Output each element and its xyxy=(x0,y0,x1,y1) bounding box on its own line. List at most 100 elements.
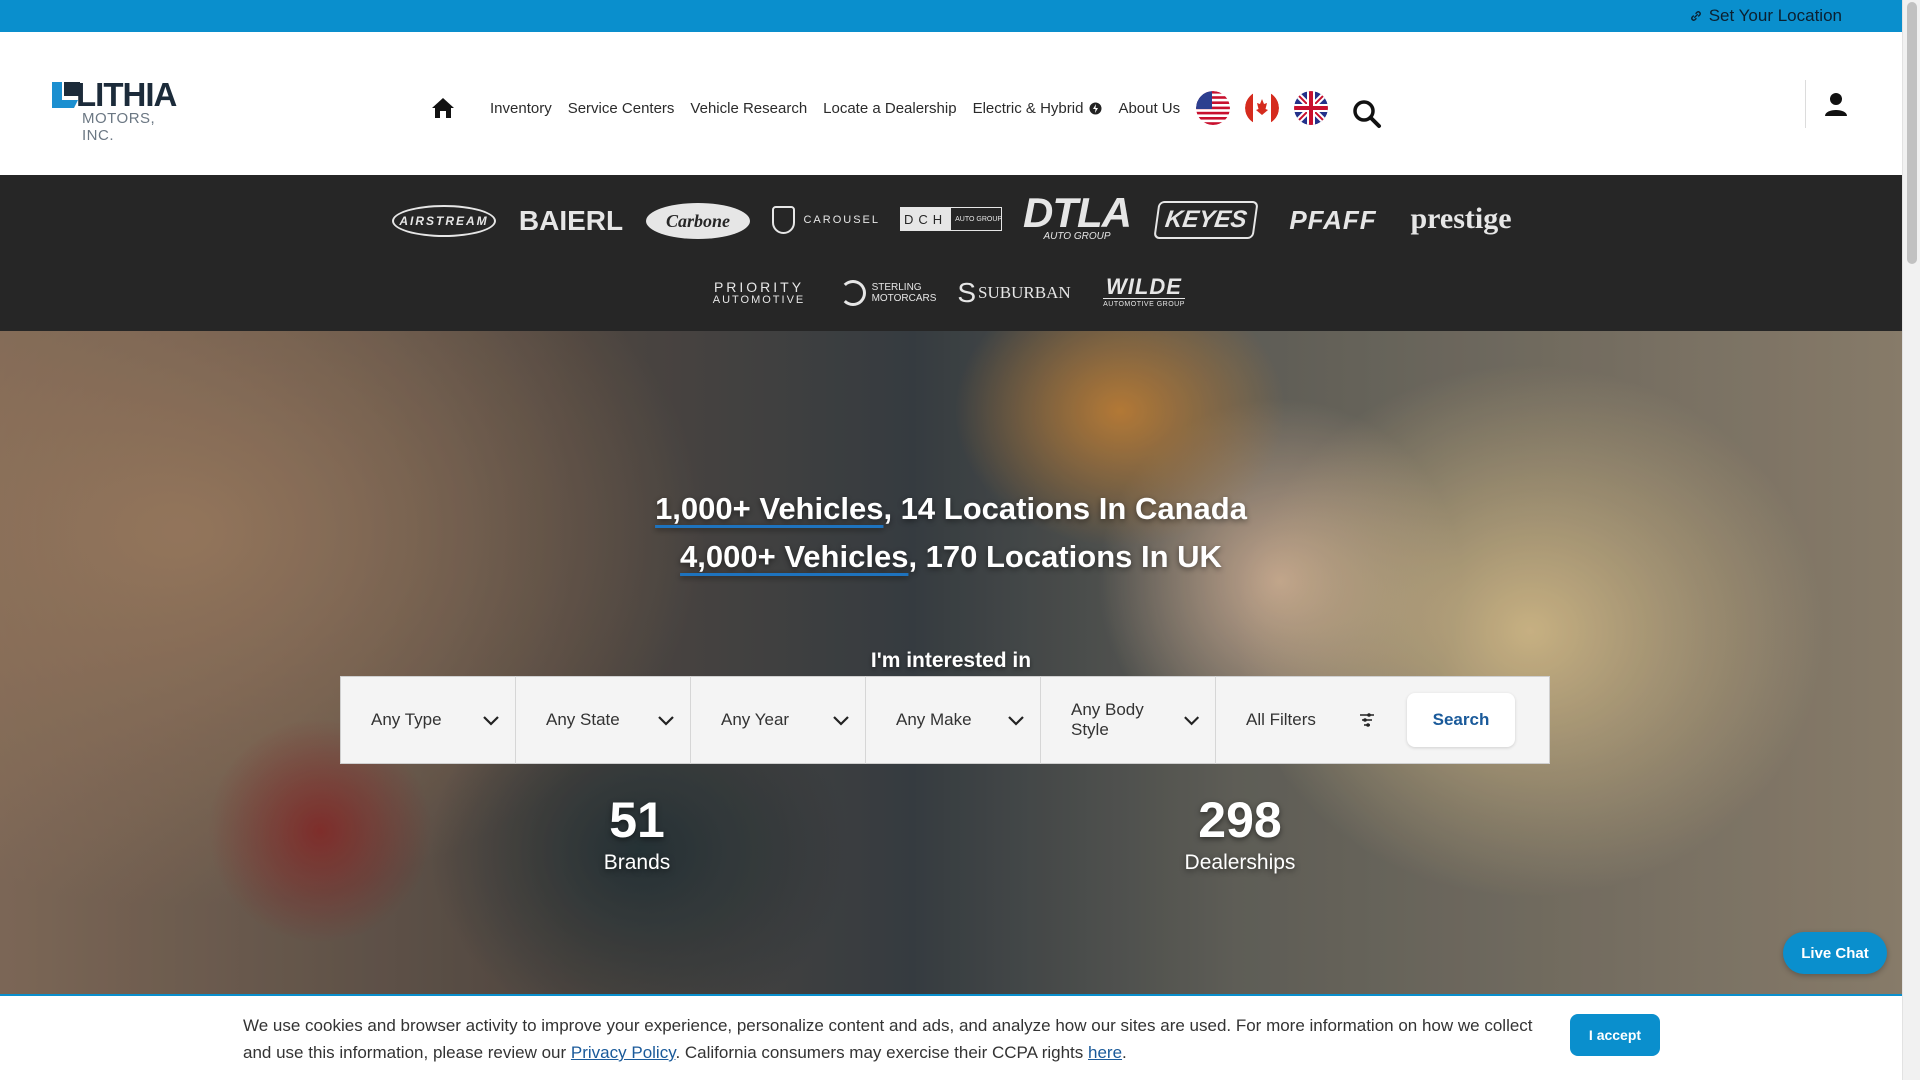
uk-vehicles-link[interactable]: 4,000+ Vehicles xyxy=(680,539,908,574)
brand-suburban-logo[interactable]: S SUBURBAN xyxy=(957,277,1070,309)
nav-locate-dealership-label: Locate a Dealership xyxy=(823,99,957,117)
set-location-link[interactable]: Set Your Location xyxy=(1689,0,1842,32)
carousel-shield-icon xyxy=(772,206,796,234)
top-bar: Set Your Location xyxy=(0,0,1902,32)
chevron-down-icon xyxy=(483,716,499,726)
vehicle-search-bar: Any Type Any State Any Year Any Make Any… xyxy=(340,676,1550,764)
accept-cookies-button[interactable]: I accept xyxy=(1570,1014,1660,1056)
brand-baierl-text: BAIERL xyxy=(518,205,624,236)
nav-electric-hybrid-label: Electric & Hybrid xyxy=(972,99,1084,117)
canada-locations-text: , 14 Locations In Canada xyxy=(883,491,1247,526)
body-style-select-value: Any Body Style xyxy=(1071,700,1144,739)
lithia-logo[interactable]: LITHIA MOTORS, INC. xyxy=(50,76,190,144)
cookie-text-part2: . California consumers may exercise thei… xyxy=(675,1043,1089,1062)
live-chat-button[interactable]: Live Chat xyxy=(1783,932,1887,974)
cookie-message: We use cookies and browser activity to i… xyxy=(243,1012,1563,1066)
stat-dealerships: 298 Dealerships xyxy=(1140,795,1340,875)
brand-baierl-logo[interactable]: BAIERL xyxy=(518,201,624,241)
state-select[interactable]: Any State xyxy=(516,676,691,764)
search-button[interactable]: Search xyxy=(1407,693,1515,747)
nav-electric-hybrid[interactable]: Electric & Hybrid xyxy=(973,100,1103,117)
type-select-value: Any Type xyxy=(371,710,442,729)
year-select[interactable]: Any Year xyxy=(691,676,866,764)
brand-keyes-logo[interactable]: KEYES xyxy=(1153,201,1259,239)
make-select[interactable]: Any Make xyxy=(866,676,1041,764)
brand-airstream-logo[interactable]: AIRSTREAM xyxy=(392,205,496,237)
cookie-text-part3: . xyxy=(1122,1043,1127,1062)
site-header: LITHIA MOTORS, INC. Inventory Service Ce… xyxy=(0,32,1902,175)
type-select[interactable]: Any Type xyxy=(341,676,516,764)
nav-vehicle-research-label: Vehicle Research xyxy=(690,99,808,117)
brand-prestige-text: prestige xyxy=(1410,202,1512,235)
brand-dtla-subtext: AUTO GROUP xyxy=(1043,231,1111,242)
nav-about-us[interactable]: About Us xyxy=(1118,100,1180,117)
hero-headline-uk: 4,000+ Vehicles, 170 Locations In UK xyxy=(0,539,1902,575)
set-location-label: Set Your Location xyxy=(1708,6,1842,25)
hero-headline-canada: 1,000+ Vehicles, 14 Locations In Canada xyxy=(0,491,1902,527)
body-style-select[interactable]: Any Body Style xyxy=(1041,676,1216,764)
ccpa-here-link[interactable]: here xyxy=(1088,1043,1122,1062)
brand-dtla-text: DTLA xyxy=(1023,189,1132,236)
page-scrollbar[interactable] xyxy=(1902,0,1920,1080)
brand-pfaff-text: PFAFF xyxy=(1289,204,1377,235)
brand-prestige-logo[interactable]: prestige xyxy=(1406,199,1516,239)
brand-wilde-logo[interactable]: WILDE AUTOMOTIVE GROUP xyxy=(1092,273,1196,311)
home-icon[interactable] xyxy=(430,95,456,121)
cookie-banner: We use cookies and browser activity to i… xyxy=(0,994,1902,1080)
brand-carousel-text: CAROUSEL xyxy=(803,214,880,226)
brand-sterling-logo[interactable]: STERLING MOTORCARS xyxy=(836,275,940,311)
uk-flag-icon[interactable] xyxy=(1294,91,1329,125)
stat-brands-number: 51 xyxy=(609,792,665,848)
main-nav: Inventory Service Centers Vehicle Resear… xyxy=(430,88,1383,128)
nav-service-centers[interactable]: Service Centers xyxy=(568,100,675,117)
canada-flag-icon[interactable] xyxy=(1245,91,1280,125)
year-select-value: Any Year xyxy=(721,710,790,729)
stat-dealerships-label: Dealerships xyxy=(1184,851,1296,874)
brand-strip: AIRSTREAM BAIERL Carbone CAROUSEL DCH AUT… xyxy=(0,175,1902,331)
chevron-down-icon xyxy=(658,716,674,726)
brand-sterling-text: STERLING xyxy=(871,282,922,293)
account-icon[interactable] xyxy=(1822,90,1850,118)
nav-vehicle-research[interactable]: Vehicle Research xyxy=(690,100,807,117)
chevron-down-icon xyxy=(1008,716,1024,726)
make-select-value: Any Make xyxy=(896,710,972,729)
brand-carousel-logo[interactable]: CAROUSEL xyxy=(772,203,880,237)
brand-priority-logo[interactable]: PRIORITY AUTOMOTIVE xyxy=(706,277,812,309)
nav-inventory[interactable]: Inventory xyxy=(490,100,552,117)
state-select-value: Any State xyxy=(546,710,620,729)
brand-wilde-text: WILDE xyxy=(1106,274,1182,299)
brand-carbone-logo[interactable]: Carbone xyxy=(646,203,750,239)
brand-carbone-text: Carbone xyxy=(665,210,730,231)
logo-subtitle: MOTORS, INC. xyxy=(82,110,156,144)
brand-wilde-subtext: AUTOMOTIVE GROUP xyxy=(1103,298,1185,308)
nav-inventory-label: Inventory xyxy=(490,99,552,117)
logo-wordmark: LITHIA xyxy=(76,76,177,113)
brand-dch-logo[interactable]: DCH AUTO GROUP xyxy=(899,207,1003,231)
chevron-down-icon xyxy=(1183,716,1199,726)
all-filters-button[interactable]: All Filters xyxy=(1216,676,1391,764)
header-divider xyxy=(1805,80,1806,128)
stat-brands: 51 Brands xyxy=(537,795,737,875)
nav-locate-dealership[interactable]: Locate a Dealership xyxy=(823,100,956,117)
search-icon[interactable] xyxy=(1351,98,1383,130)
sterling-mark-icon xyxy=(839,280,866,306)
uk-locations-text: , 170 Locations In UK xyxy=(908,539,1222,574)
stat-dealerships-number: 298 xyxy=(1198,792,1282,848)
suburban-mark-icon: S xyxy=(957,277,977,308)
brand-priority-text: PRIORITY xyxy=(713,278,805,295)
ev-plug-icon xyxy=(1089,102,1102,114)
us-flag-icon[interactable] xyxy=(1196,91,1231,125)
nav-service-centers-label: Service Centers xyxy=(567,99,675,117)
scrollbar-thumb[interactable] xyxy=(1907,2,1917,264)
brand-sterling-subtext: MOTORCARS xyxy=(871,293,937,304)
all-filters-label: All Filters xyxy=(1246,710,1316,729)
privacy-policy-link[interactable]: Privacy Policy xyxy=(571,1043,676,1062)
canada-vehicles-link[interactable]: 1,000+ Vehicles xyxy=(655,491,883,526)
interested-in-label: I'm interested in xyxy=(870,649,1032,672)
brand-dch-text: DCH xyxy=(899,208,952,230)
brand-dtla-logo[interactable]: DTLA AUTO GROUP xyxy=(1022,189,1132,242)
filter-sliders-icon xyxy=(1360,713,1374,727)
brand-pfaff-logo[interactable]: PFAFF xyxy=(1282,205,1384,235)
chevron-down-icon xyxy=(833,716,849,726)
brand-dch-subtext: AUTO GROUP xyxy=(955,215,1003,223)
